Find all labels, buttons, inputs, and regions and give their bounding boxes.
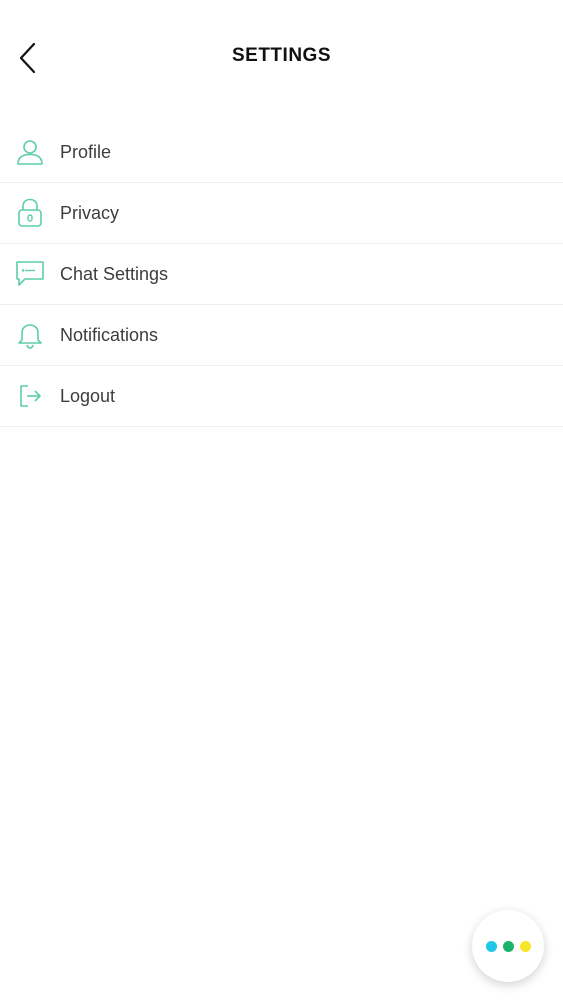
menu-item-label: Privacy <box>60 202 120 223</box>
menu-item-notifications[interactable]: Notifications <box>0 305 563 366</box>
menu-item-chat-settings[interactable]: Chat Settings <box>0 244 563 305</box>
settings-menu: Profile Privacy Chat Settings Notificati… <box>0 122 563 427</box>
logout-icon <box>15 381 45 411</box>
more-dots-icon-dot <box>485 940 497 952</box>
menu-item-label: Profile <box>60 141 112 162</box>
more-options-button[interactable] <box>472 910 544 982</box>
menu-item-label: Chat Settings <box>60 263 169 284</box>
lock-icon <box>15 198 45 228</box>
menu-item-label: Logout <box>60 385 116 406</box>
chat-bubble-icon <box>15 259 45 289</box>
menu-item-logout[interactable]: Logout <box>0 366 563 427</box>
more-dots-icon-dot <box>519 940 531 952</box>
more-dots-icon-dot <box>502 940 514 952</box>
menu-item-profile[interactable]: Profile <box>0 122 563 183</box>
header: SETTINGS <box>0 0 563 116</box>
menu-item-privacy[interactable]: Privacy <box>0 183 563 244</box>
bell-icon <box>15 320 45 350</box>
user-icon <box>15 137 45 167</box>
menu-item-label: Notifications <box>60 324 159 345</box>
page-title: SETTINGS <box>231 45 331 66</box>
